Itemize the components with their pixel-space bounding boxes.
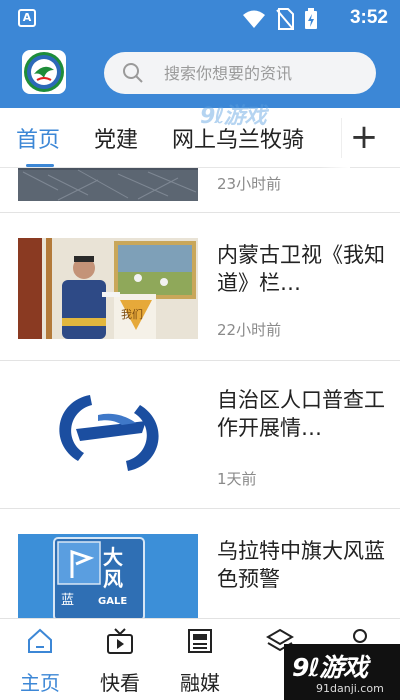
- news-item[interactable]: 大 风 蓝 GALE 乌拉特中旗大风蓝色预警: [0, 509, 400, 618]
- nav-label: 快看: [100, 671, 140, 695]
- nav-label: 主页: [20, 671, 60, 695]
- watermark-url: 91danji.com: [316, 682, 384, 695]
- news-item[interactable]: 自治区人口普查工作开展情… 1天前: [0, 361, 400, 509]
- search-bar[interactable]: [104, 52, 376, 94]
- tab-separator: [341, 118, 342, 158]
- news-item[interactable]: 我们 内蒙古卫视《我知道》栏… 22小时前: [0, 213, 400, 361]
- news-time: 23小时前: [217, 175, 282, 193]
- watermark-badge: 9ℓ游戏 91danji.com: [284, 644, 400, 700]
- nav-home[interactable]: 主页: [0, 627, 80, 696]
- watermark-logo-text: 9ℓ游戏: [292, 653, 368, 682]
- video-icon: [107, 628, 133, 654]
- home-icon: [28, 628, 52, 653]
- watermark-top: 9ℓ游戏: [200, 104, 267, 129]
- active-tab-indicator: [26, 164, 54, 167]
- nav-media[interactable]: 融媒: [160, 627, 240, 696]
- news-item[interactable]: 23小时前: [0, 168, 400, 213]
- wifi-icon: [243, 10, 265, 28]
- news-title: 内蒙古卫视《我知道》栏…: [217, 243, 385, 295]
- warning-char-bottom: 风: [103, 567, 123, 591]
- add-tab-button[interactable]: +: [346, 118, 382, 158]
- no-sim-icon: [276, 8, 294, 30]
- news-time: 22小时前: [217, 321, 282, 339]
- news-thumbnail: [18, 383, 198, 484]
- status-bar: A 3:52: [0, 0, 400, 38]
- tab-home[interactable]: 首页: [16, 122, 60, 154]
- newspaper-icon: [188, 629, 212, 653]
- news-thumbnail: [18, 168, 198, 201]
- news-title: 乌拉特中旗大风蓝色预警: [217, 539, 385, 591]
- app-notification-icon: A: [18, 9, 36, 27]
- news-title: 自治区人口普查工作开展情…: [217, 388, 385, 440]
- news-list: 23小时前 我们 内蒙古卫视《我知道》栏… 22小时前 自治区人口普查工作开展情…: [0, 168, 400, 618]
- tab-party[interactable]: 党建: [94, 122, 138, 154]
- warning-level-char: 蓝: [61, 593, 74, 608]
- nav-quick-watch[interactable]: 快看: [80, 627, 160, 696]
- warning-char-top: 大: [103, 545, 123, 569]
- warning-gale-label: GALE: [98, 596, 127, 607]
- clock: 3:52: [349, 7, 388, 28]
- emblem-icon: [24, 52, 64, 92]
- news-thumbnail: 大 风 蓝 GALE: [18, 534, 198, 618]
- app-logo[interactable]: [22, 50, 66, 94]
- search-icon: [123, 63, 143, 83]
- news-time: 1天前: [217, 470, 257, 488]
- nav-label: 融媒: [180, 671, 220, 695]
- battery-icon: [305, 8, 317, 29]
- status-icons: [242, 8, 318, 30]
- search-input[interactable]: [164, 63, 364, 83]
- news-thumbnail: 我们: [18, 238, 198, 339]
- thumb-caption: 我们: [121, 307, 143, 321]
